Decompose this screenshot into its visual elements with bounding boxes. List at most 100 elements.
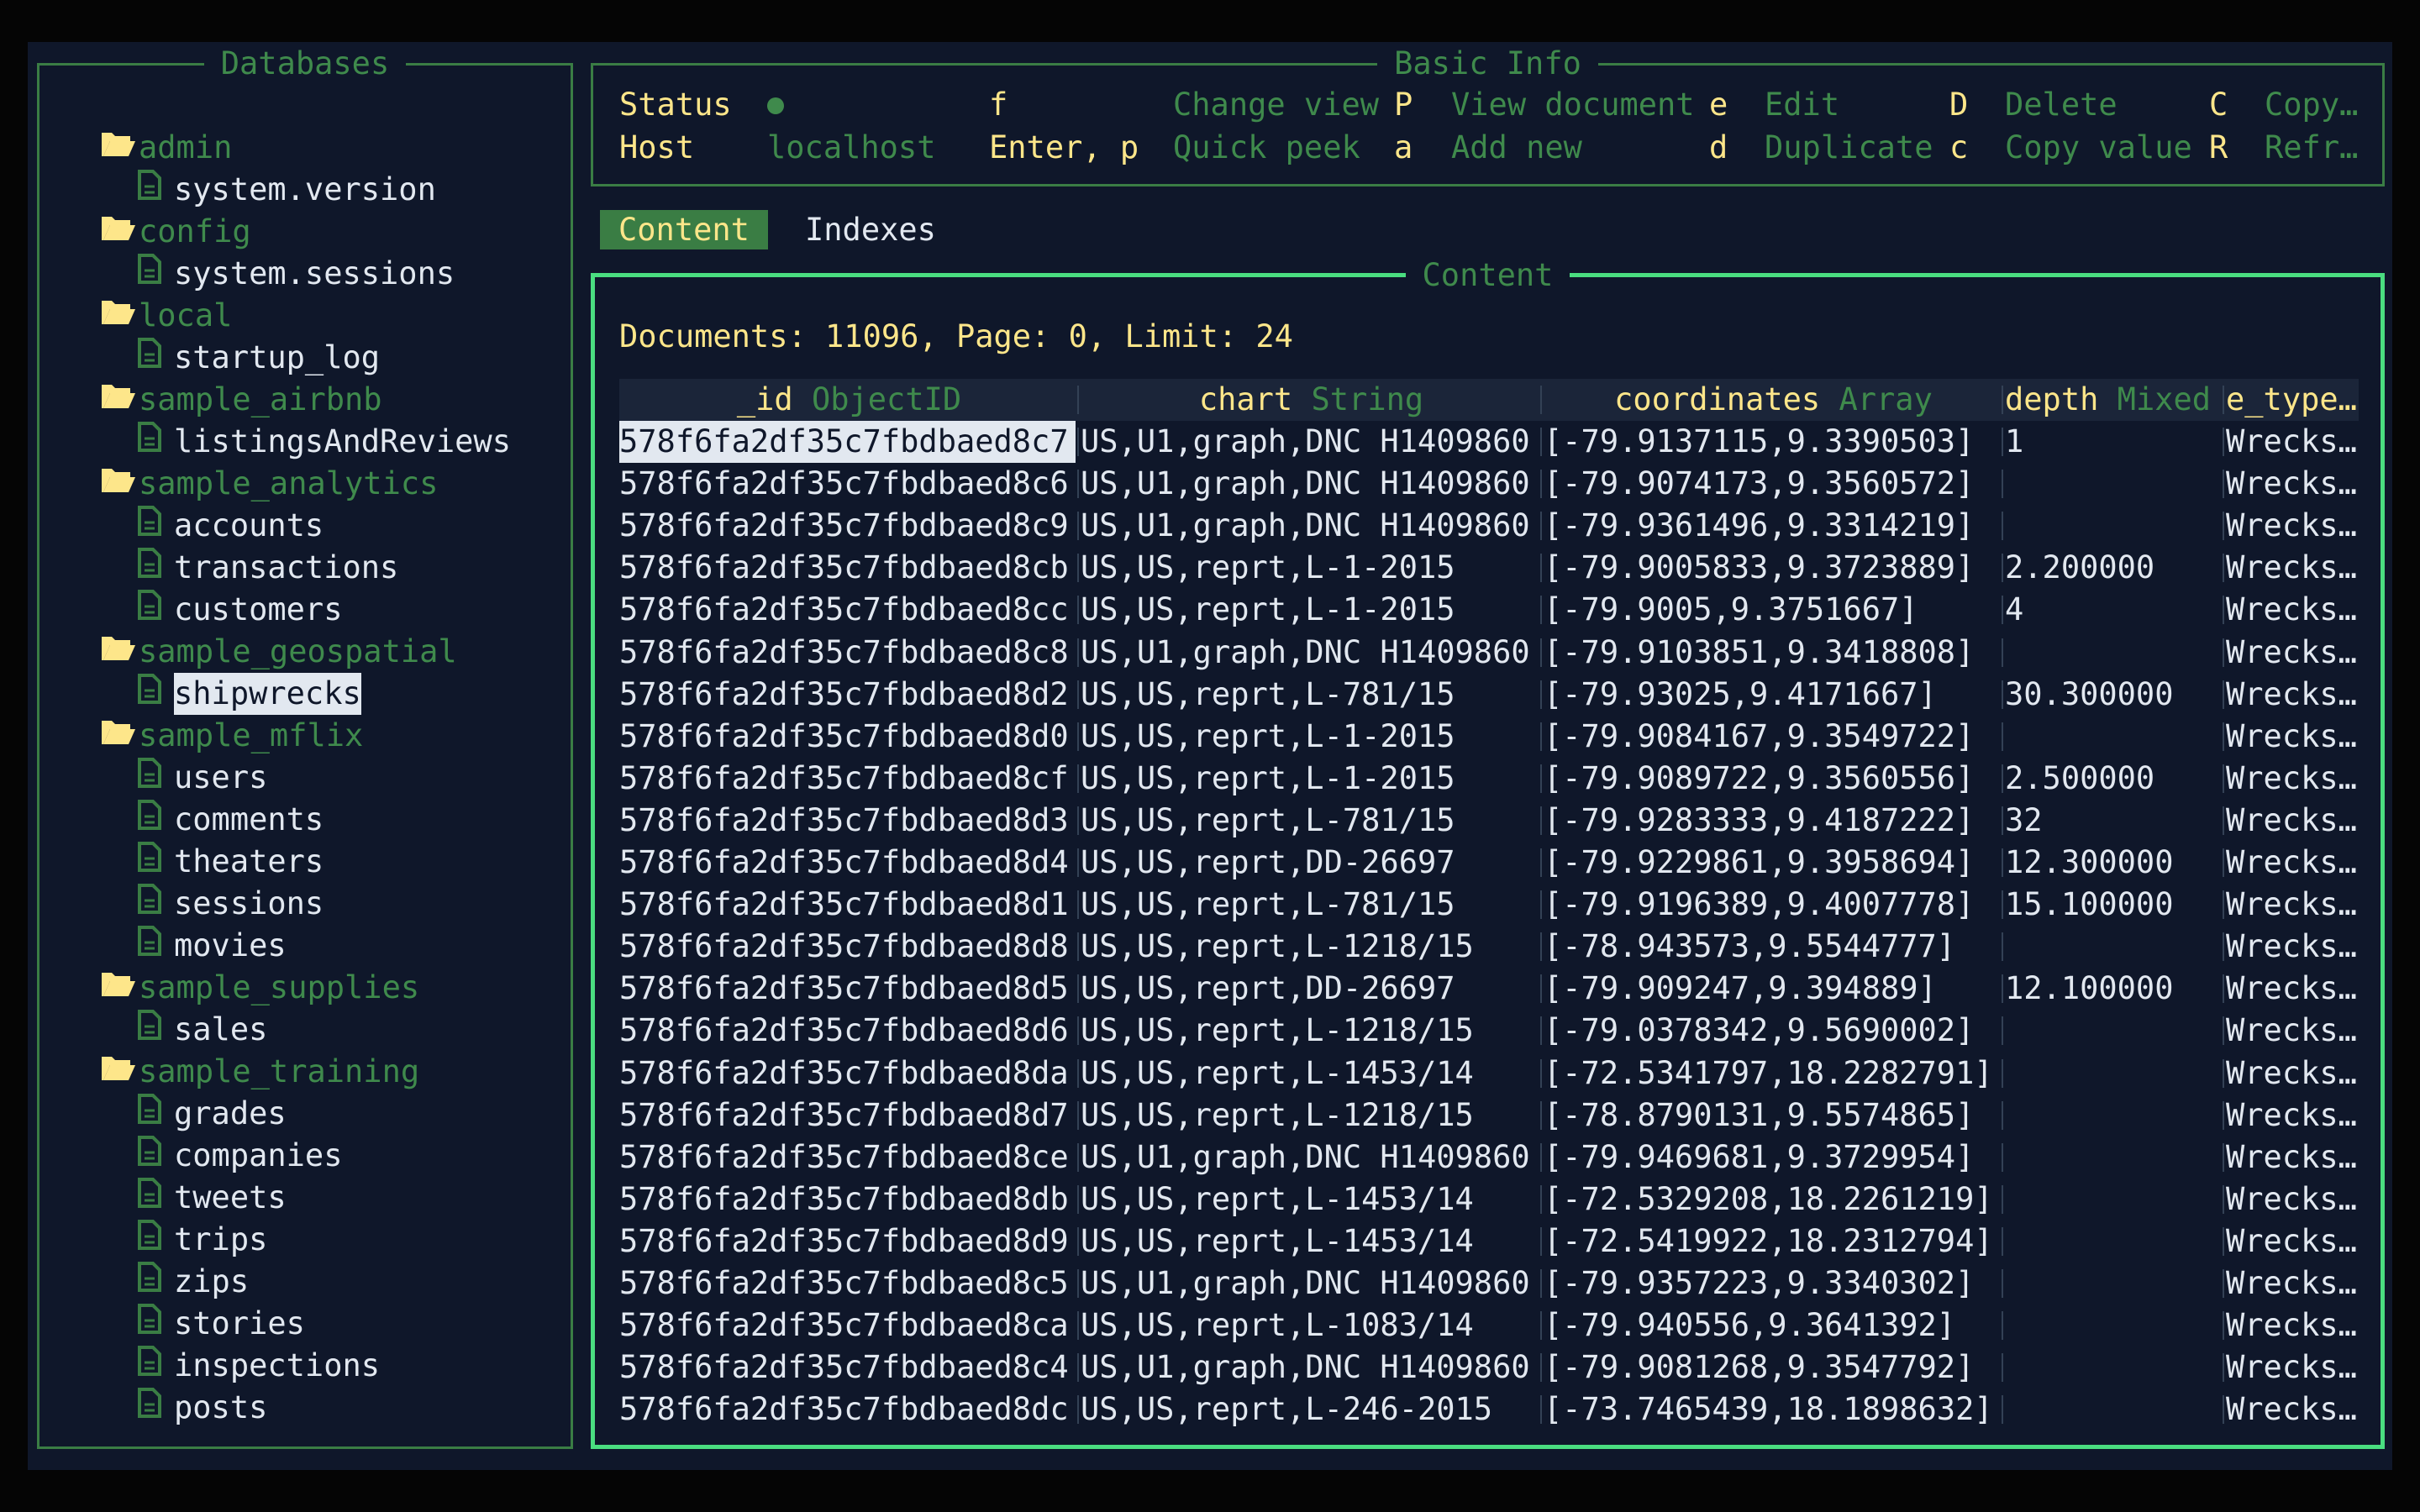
shortcut-action[interactable]: Copy value [2005,127,2192,169]
table-cell-coordinates[interactable]: [-73.7465439,18.1898632] [1544,1389,1993,1431]
table-cell-e-type[interactable]: Wrecks… [2226,1389,2357,1431]
table-cell-e-type[interactable]: Wrecks… [2226,674,2357,716]
table-cell-coordinates[interactable]: [-79.909247,9.394889] [1544,968,1937,1010]
table-cell-id[interactable]: 578f6fa2df35c7fbdbaed8d6 [619,1010,1069,1052]
table-cell-chart[interactable]: US,US,reprt,L-1-2015 [1081,589,1455,631]
collection-companies[interactable]: companies [137,1135,342,1177]
column-header-_id[interactable]: _id ObjectID [619,379,1079,421]
table-cell-coordinates[interactable]: [-72.5329208,18.2261219] [1544,1179,1993,1221]
table-cell-coordinates[interactable]: [-79.93025,9.4171667] [1544,674,1937,716]
table-cell-e-type[interactable]: Wrecks… [2226,884,2357,926]
table-cell-id[interactable]: 578f6fa2df35c7fbdbaed8c8 [619,632,1069,674]
collection-listingsAndReviews[interactable]: listingsAndReviews [137,421,511,463]
table-cell-id[interactable]: 578f6fa2df35c7fbdbaed8d7 [619,1095,1069,1137]
tab-content[interactable]: Content [600,210,768,249]
collection-zips[interactable]: zips [137,1261,249,1303]
table-cell-depth[interactable]: 32 [2005,800,2043,842]
table-cell-id[interactable]: 578f6fa2df35c7fbdbaed8d5 [619,968,1069,1010]
table-cell-e-type[interactable]: Wrecks… [2226,926,2357,968]
table-cell-id[interactable]: 578f6fa2df35c7fbdbaed8cc [619,589,1069,631]
table-cell-e-type[interactable]: Wrecks… [2226,758,2357,800]
shortcut-action[interactable]: Duplicate [1765,127,1933,169]
database-sample_geospatial[interactable]: sample_geospatial [100,631,457,673]
table-cell-chart[interactable]: US,US,reprt,L-781/15 [1081,884,1455,926]
database-local[interactable]: local [100,295,232,337]
column-header-coordinates[interactable]: coordinates Array [1544,379,2003,421]
table-cell-id[interactable]: 578f6fa2df35c7fbdbaed8cb [619,547,1069,589]
shortcut-action[interactable]: Delete [2005,84,2118,126]
table-cell-e-type[interactable]: Wrecks… [2226,1053,2357,1095]
table-cell-depth[interactable]: 12.100000 [2005,968,2173,1010]
table-cell-depth[interactable]: 4 [2005,589,2023,631]
collection-tweets[interactable]: tweets [137,1177,287,1219]
table-cell-e-type[interactable]: Wrecks… [2226,1095,2357,1137]
table-cell-coordinates[interactable]: [-79.9137115,9.3390503] [1544,421,1974,463]
table-cell-e-type[interactable]: Wrecks… [2226,589,2357,631]
table-cell-chart[interactable]: US,US,reprt,L-246-2015 [1081,1389,1492,1431]
collection-sales[interactable]: sales [137,1009,267,1051]
table-cell-e-type[interactable]: Wrecks… [2226,421,2357,463]
table-cell-id[interactable]: 578f6fa2df35c7fbdbaed8d8 [619,926,1069,968]
table-cell-depth[interactable]: 30.300000 [2005,674,2173,716]
table-cell-chart[interactable]: US,US,reprt,L-781/15 [1081,800,1455,842]
table-cell-chart[interactable]: US,U1,graph,DNC H1409860 [1081,1347,1530,1389]
table-cell-coordinates[interactable]: [-72.5341797,18.2282791] [1544,1053,1993,1095]
table-cell-coordinates[interactable]: [-79.9357223,9.3340302] [1544,1263,1974,1305]
collection-shipwrecks[interactable]: shipwrecks [137,673,361,715]
table-cell-coordinates[interactable]: [-78.943573,9.5544777] [1544,926,1955,968]
table-cell-chart[interactable]: US,US,reprt,L-1-2015 [1081,716,1455,758]
collection-theaters[interactable]: theaters [137,841,324,883]
table-cell-coordinates[interactable]: [-79.9005833,9.3723889] [1544,547,1974,589]
database-sample_mflix[interactable]: sample_mflix [100,715,363,757]
table-cell-id[interactable]: 578f6fa2df35c7fbdbaed8d1 [619,884,1069,926]
table-cell-chart[interactable]: US,US,reprt,L-1218/15 [1081,1095,1474,1137]
collection-accounts[interactable]: accounts [137,505,324,547]
table-cell-id[interactable]: 578f6fa2df35c7fbdbaed8c6 [619,463,1069,505]
table-cell-id[interactable]: 578f6fa2df35c7fbdbaed8db [619,1179,1069,1221]
column-header-e_type[interactable]: e_type… [2226,379,2386,421]
table-cell-id[interactable]: 578f6fa2df35c7fbdbaed8d2 [619,674,1069,716]
table-cell-e-type[interactable]: Wrecks… [2226,968,2357,1010]
collection-posts[interactable]: posts [137,1387,267,1429]
table-cell-id[interactable]: 578f6fa2df35c7fbdbaed8c9 [619,505,1069,547]
table-cell-e-type[interactable]: Wrecks… [2226,632,2357,674]
table-cell-id[interactable]: 578f6fa2df35c7fbdbaed8d9 [619,1221,1069,1263]
table-cell-depth[interactable]: 1 [2005,421,2023,463]
table-cell-chart[interactable]: US,US,reprt,L-1218/15 [1081,1010,1474,1052]
table-cell-chart[interactable]: US,U1,graph,DNC H1409860 [1081,421,1530,463]
table-cell-depth[interactable]: 12.300000 [2005,842,2173,884]
table-cell-chart[interactable]: US,US,reprt,L-781/15 [1081,674,1455,716]
table-cell-chart[interactable]: US,US,reprt,DD-26697 [1081,968,1455,1010]
table-cell-chart[interactable]: US,U1,graph,DNC H1409860 [1081,1263,1530,1305]
table-cell-coordinates[interactable]: [-79.9005,9.3751667] [1544,589,1918,631]
shortcut-action[interactable]: Quick peek [1173,127,1360,169]
column-header-chart[interactable]: chart String [1081,379,1542,421]
collection-grades[interactable]: grades [137,1093,287,1135]
table-cell-depth[interactable]: 15.100000 [2005,884,2173,926]
table-cell-id[interactable]: 578f6fa2df35c7fbdbaed8c7 [619,421,1076,463]
database-admin[interactable]: admin [100,127,232,169]
table-cell-id[interactable]: 578f6fa2df35c7fbdbaed8d4 [619,842,1069,884]
shortcut-action[interactable]: Edit [1765,84,1839,126]
table-cell-e-type[interactable]: Wrecks… [2226,505,2357,547]
table-cell-e-type[interactable]: Wrecks… [2226,1347,2357,1389]
tab-indexes[interactable]: Indexes [786,210,955,249]
collection-transactions[interactable]: transactions [137,547,398,589]
table-cell-coordinates[interactable]: [-79.9469681,9.3729954] [1544,1137,1974,1179]
shortcut-action[interactable]: View document [1451,84,1695,126]
table-cell-depth[interactable]: 2.200000 [2005,547,2154,589]
table-cell-e-type[interactable]: Wrecks… [2226,1305,2357,1347]
collection-stories[interactable]: stories [137,1303,305,1345]
collection-users[interactable]: users [137,757,267,799]
table-cell-chart[interactable]: US,US,reprt,L-1218/15 [1081,926,1474,968]
table-cell-id[interactable]: 578f6fa2df35c7fbdbaed8dc [619,1389,1069,1431]
table-cell-id[interactable]: 578f6fa2df35c7fbdbaed8c5 [619,1263,1069,1305]
table-cell-chart[interactable]: US,US,reprt,L-1083/14 [1081,1305,1474,1347]
table-cell-chart[interactable]: US,US,reprt,L-1453/14 [1081,1053,1474,1095]
table-cell-e-type[interactable]: Wrecks… [2226,842,2357,884]
table-cell-coordinates[interactable]: [-79.9084167,9.3549722] [1544,716,1974,758]
table-cell-chart[interactable]: US,US,reprt,L-1-2015 [1081,547,1455,589]
table-cell-coordinates[interactable]: [-79.9196389,9.4007778] [1544,884,1974,926]
database-config[interactable]: config [100,211,251,253]
table-cell-depth[interactable]: 2.500000 [2005,758,2154,800]
